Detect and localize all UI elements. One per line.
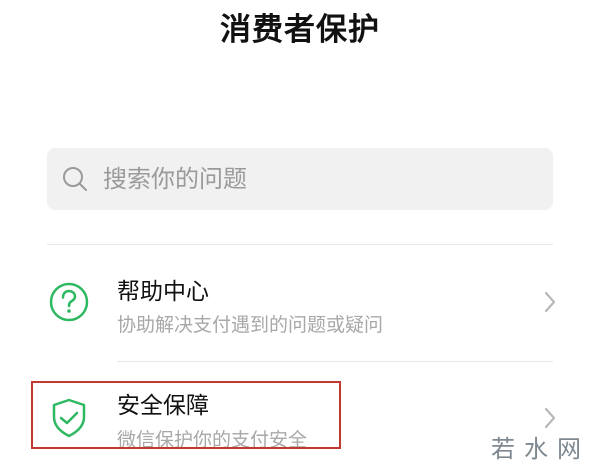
search-icon bbox=[61, 165, 89, 193]
menu-item-help-center[interactable]: 帮助中心 协助解决支付遇到的问题或疑问 bbox=[47, 252, 557, 352]
chevron-right-icon bbox=[543, 406, 557, 430]
question-circle-icon bbox=[47, 280, 91, 324]
page-title: 消费者保护 bbox=[220, 12, 380, 48]
search-bar[interactable] bbox=[47, 148, 553, 210]
menu-item-description: 协助解决支付遇到的问题或疑问 bbox=[117, 314, 384, 336]
search-input[interactable] bbox=[103, 148, 533, 210]
divider bbox=[117, 361, 553, 362]
menu-item-label: 帮助中心 bbox=[117, 279, 209, 305]
divider bbox=[47, 244, 553, 245]
watermark: 若水网 bbox=[491, 435, 590, 463]
highlight-box bbox=[31, 381, 341, 449]
chevron-right-icon bbox=[543, 290, 557, 314]
